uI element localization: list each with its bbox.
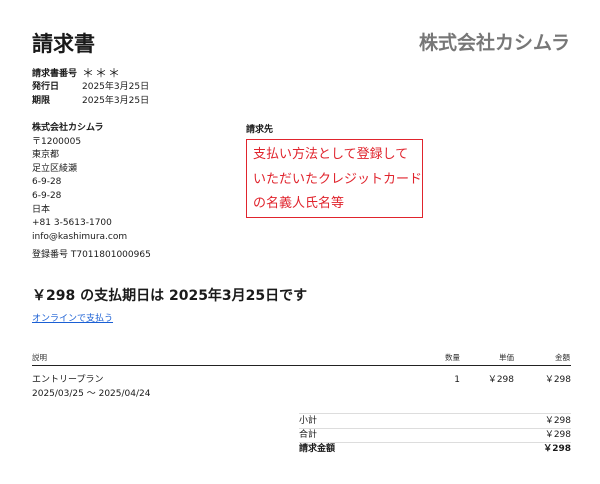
sender-prefecture: 東京都: [32, 150, 60, 161]
bill-to-label: 請求先: [246, 125, 274, 135]
billed-amount-label: 請求金額: [299, 444, 336, 454]
total-value: ￥298: [544, 430, 571, 440]
item-description: エントリープラン: [32, 375, 104, 385]
bill-to-note-line: いただいたクレジットカード: [253, 171, 423, 187]
item-unit-price: ￥298: [487, 375, 514, 385]
subtotal-row: 小計 ￥298: [299, 415, 571, 428]
sender-country: 日本: [32, 204, 51, 215]
item-period: 2025/03/25 ～ 2025/04/24: [32, 389, 151, 399]
billed-amount-value: ￥298: [543, 444, 571, 454]
total-label: 合計: [299, 430, 318, 440]
total-row: 合計 ￥298: [299, 429, 571, 442]
sender-phone: +81 3-5613-1700: [32, 218, 112, 229]
pay-online-link[interactable]: オンラインで支払う: [32, 311, 113, 324]
sender-name: 株式会社カシムラ: [32, 123, 104, 133]
sender-address-line-2: 6-9-28: [32, 190, 62, 201]
billed-amount-row: 請求金額 ￥298: [299, 443, 571, 456]
due-summary-heading: ￥298 の支払期日は 2025年3月25日です: [32, 288, 308, 304]
table-header-rule: [32, 365, 571, 366]
item-quantity: 1: [454, 375, 460, 385]
page-title: 請求書: [32, 32, 95, 56]
subtotal-label: 小計: [299, 416, 318, 426]
bill-to-note-line: の名義人氏名等: [253, 196, 345, 211]
totals-top-rule: [299, 413, 571, 414]
bill-to-note-line: 支払い方法として登録して: [253, 147, 409, 162]
col-header-unit-price: 単価: [499, 353, 514, 362]
sender-postal-code: 〒1200005: [32, 136, 82, 147]
col-header-quantity: 数量: [445, 353, 460, 362]
col-header-description: 説明: [32, 353, 47, 362]
issue-date-label: 発行日: [32, 82, 60, 92]
due-date-value: 2025年3月25日: [82, 96, 150, 106]
company-name-header: 株式会社カシムラ: [418, 32, 570, 54]
invoice-number-label: 請求書番号: [32, 69, 78, 79]
sender-email: info@kashimura.com: [32, 231, 128, 242]
item-amount: ￥298: [544, 375, 571, 385]
bill-to-note-box: 支払い方法として登録して いただいたクレジットカード の名義人氏名等: [246, 139, 423, 218]
sender-address-line-1: 6-9-28: [32, 177, 62, 188]
subtotal-value: ￥298: [544, 416, 571, 426]
sender-ward: 足立区綾瀬: [32, 163, 78, 174]
issue-date-value: 2025年3月25日: [82, 82, 150, 92]
invoice-number-value: ＊＊＊: [82, 66, 122, 80]
col-header-amount: 金額: [555, 353, 570, 362]
sender-address-block: 株式会社カシムラ 〒1200005 東京都 足立区綾瀬 6-9-28 6-9-2…: [32, 122, 127, 244]
due-date-label: 期限: [32, 96, 51, 106]
registration-number: 登録番号 T7011801000965: [32, 250, 151, 260]
